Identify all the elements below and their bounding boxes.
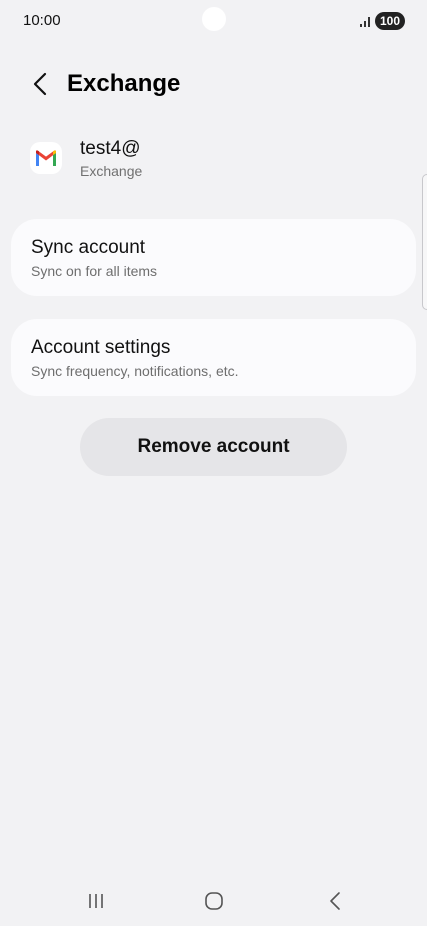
battery-indicator: 100 (375, 12, 405, 30)
back-arrow-icon (33, 72, 47, 96)
page-title: Exchange (67, 70, 181, 97)
screen: 10:00 100 Exchange test4@ Exchange Sync … (0, 0, 427, 926)
recents-icon (89, 894, 103, 908)
back-button[interactable] (26, 68, 54, 100)
remove-account-button[interactable]: Remove account (80, 418, 347, 476)
status-time: 10:00 (23, 12, 61, 29)
nav-back-button[interactable] (315, 886, 355, 916)
scroll-handle[interactable] (422, 174, 427, 310)
navigation-bar (0, 876, 427, 926)
status-bar: 10:00 100 (0, 0, 427, 42)
account-type: Exchange (80, 163, 143, 179)
nav-back-icon (330, 892, 340, 910)
home-icon (205, 892, 223, 910)
account-settings-title: Account settings (31, 337, 171, 358)
account-settings-card[interactable]: Account settings Sync frequency, notific… (11, 319, 416, 396)
account-email: test4@ (80, 138, 141, 159)
home-button[interactable] (194, 886, 234, 916)
account-settings-subtitle: Sync frequency, notifications, etc. (31, 363, 239, 379)
gmail-icon (30, 142, 62, 174)
sync-account-title: Sync account (31, 237, 146, 258)
recents-button[interactable] (76, 886, 116, 916)
sync-account-subtitle: Sync on for all items (31, 263, 158, 279)
signal-icon (360, 17, 370, 27)
gmail-logo-icon (36, 149, 56, 166)
camera-cutout (202, 7, 226, 31)
sync-account-card[interactable]: Sync account Sync on for all items (11, 219, 416, 296)
